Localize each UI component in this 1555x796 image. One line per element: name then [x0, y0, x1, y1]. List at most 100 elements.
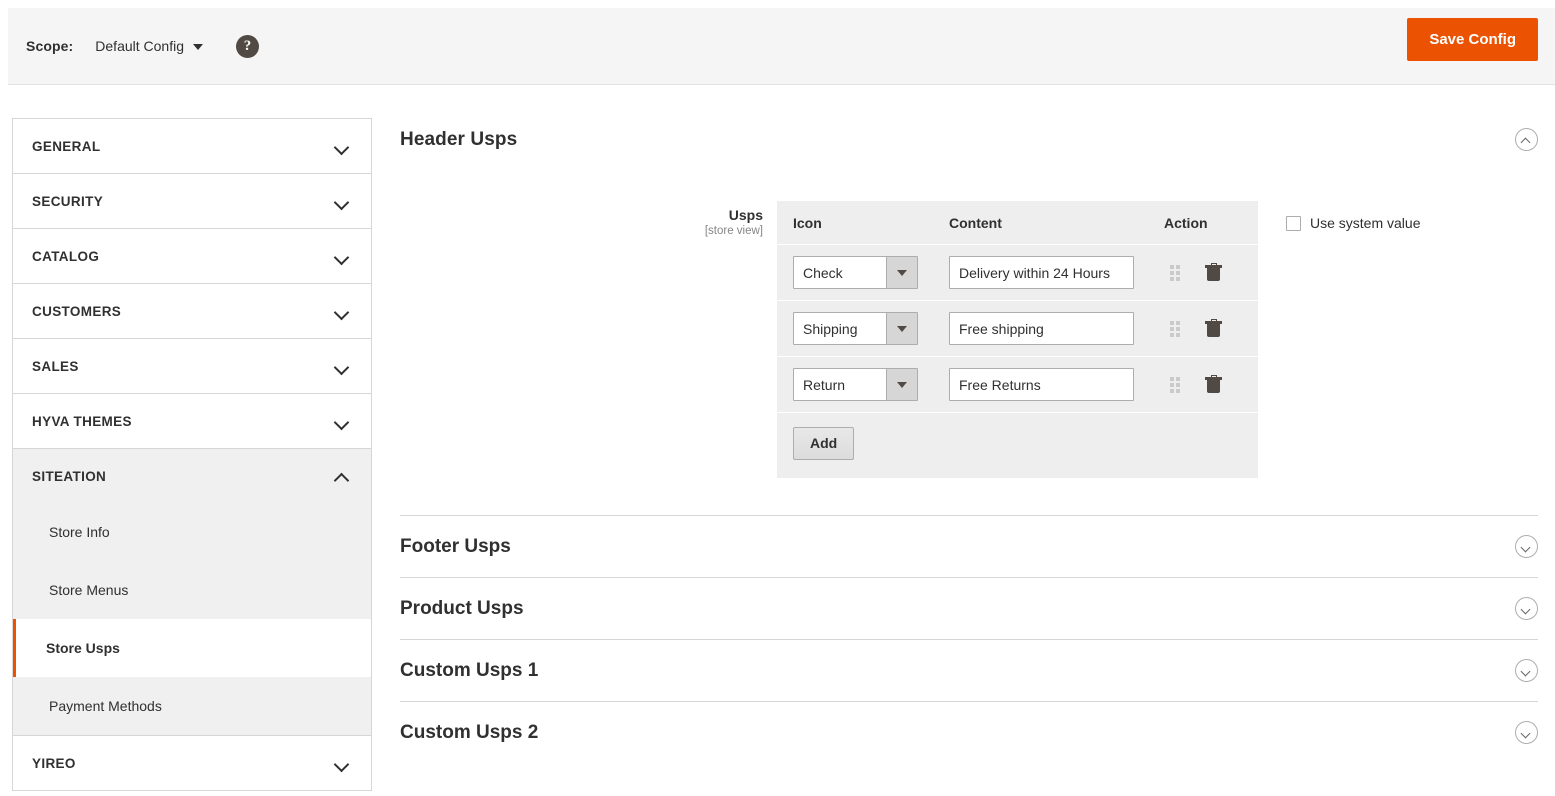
sidebar-section-siteation: SITEATION Store Info Store Menus Store U…	[13, 449, 371, 736]
chevron-down-icon	[335, 252, 349, 261]
chevron-down-icon	[335, 307, 349, 316]
content-input-row-3[interactable]	[949, 368, 1134, 401]
sidebar-item-label: SALES	[32, 358, 79, 374]
table-footer-row: Add	[777, 412, 1258, 478]
sidebar-section-sales: SALES	[13, 339, 371, 394]
chevron-down-icon	[886, 313, 917, 344]
header-usps-section-header[interactable]: Header Usps	[400, 118, 1538, 159]
sidebar-item-store-info[interactable]: Store Info	[13, 503, 371, 561]
sidebar-subitem-label: Store Info	[49, 524, 110, 540]
sidebar-item-payment-methods[interactable]: Payment Methods	[13, 677, 371, 735]
table-row: Check	[777, 244, 1258, 301]
chevron-down-icon	[335, 362, 349, 371]
trash-icon[interactable]	[1205, 375, 1222, 394]
trash-icon[interactable]	[1205, 319, 1222, 338]
scope-label: Scope:	[26, 38, 74, 54]
chevron-down-circle-icon[interactable]	[1515, 659, 1538, 682]
question-mark-icon[interactable]: ?	[236, 34, 259, 58]
section-custom-usps-1[interactable]: Custom Usps 1	[400, 639, 1538, 701]
sidebar-subitem-label: Store Usps	[46, 640, 120, 656]
table-row: Return	[777, 356, 1258, 413]
column-header-action: Action	[1164, 201, 1258, 245]
section-title: Footer Usps	[400, 535, 511, 557]
section-product-usps[interactable]: Product Usps	[400, 577, 1538, 639]
chevron-down-icon	[193, 44, 203, 50]
use-system-value-group[interactable]: Use system value	[1286, 201, 1420, 231]
chevron-down-icon	[886, 257, 917, 288]
section-title: Custom Usps 2	[400, 721, 539, 743]
sidebar-item-label: CATALOG	[32, 248, 100, 264]
icon-select-row-3[interactable]: Return	[793, 368, 918, 401]
save-config-button[interactable]: Save Config	[1407, 18, 1538, 61]
sidebar-item-catalog[interactable]: CATALOG	[13, 229, 371, 283]
trash-icon[interactable]	[1205, 263, 1222, 282]
icon-select-row-1[interactable]: Check	[793, 256, 918, 289]
table-row: Shipping	[777, 300, 1258, 357]
sidebar-item-label: SECURITY	[32, 193, 104, 209]
sidebar-item-label: GENERAL	[32, 138, 101, 154]
chevron-down-icon	[886, 369, 917, 400]
column-header-content: Content	[949, 201, 1164, 245]
use-system-value-label[interactable]: Use system value	[1310, 215, 1420, 231]
content-input-row-2[interactable]	[949, 312, 1134, 345]
collapsed-sections: Footer Usps Product Usps Custom Usps 1 C…	[400, 515, 1538, 763]
chevron-down-circle-icon[interactable]	[1515, 721, 1538, 744]
icon-select-row-2[interactable]: Shipping	[793, 312, 918, 345]
chevron-down-icon	[335, 759, 349, 768]
sidebar-item-store-menus[interactable]: Store Menus	[13, 561, 371, 619]
page-title: Header Usps	[400, 128, 518, 150]
content-input-row-1[interactable]	[949, 256, 1134, 289]
sidebar-item-label: SITEATION	[32, 468, 107, 484]
drag-handle-icon[interactable]	[1170, 376, 1181, 393]
use-system-value-checkbox[interactable]	[1286, 215, 1301, 231]
sidebar-item-customers[interactable]: CUSTOMERS	[13, 284, 371, 338]
chevron-up-circle-icon[interactable]	[1515, 128, 1538, 151]
usps-label: Usps	[728, 207, 763, 223]
sidebar-item-security[interactable]: SECURITY	[13, 174, 371, 228]
chevron-up-icon	[335, 472, 349, 481]
icon-select-value: Check	[803, 264, 843, 281]
config-main-panel: Header Usps Usps [store view] Icon Conte…	[400, 118, 1538, 763]
config-sidebar: GENERAL SECURITY CATALOG CUSTOMERS SALES…	[12, 118, 372, 791]
chevron-down-icon	[335, 417, 349, 426]
drag-handle-icon[interactable]	[1170, 264, 1181, 281]
drag-handle-icon[interactable]	[1170, 320, 1181, 337]
sidebar-item-general[interactable]: GENERAL	[13, 119, 371, 173]
sidebar-section-general: GENERAL	[13, 119, 371, 174]
sidebar-subitem-label: Payment Methods	[49, 698, 162, 714]
sidebar-item-label: YIREO	[32, 755, 76, 771]
sidebar-item-sales[interactable]: SALES	[13, 339, 371, 393]
sidebar-section-catalog: CATALOG	[13, 229, 371, 284]
section-title: Product Usps	[400, 597, 524, 619]
section-custom-usps-2[interactable]: Custom Usps 2	[400, 701, 1538, 763]
chevron-down-circle-icon[interactable]	[1515, 535, 1538, 558]
chevron-down-circle-icon[interactable]	[1515, 597, 1538, 620]
usps-table: Icon Content Action Check Delivery withi…	[777, 201, 1258, 478]
table-header-row: Icon Content Action	[777, 201, 1258, 245]
sidebar-section-yireo: YIREO	[13, 736, 371, 791]
icon-select-value: Return	[803, 376, 846, 393]
scope-selector[interactable]: Default Config	[95, 38, 203, 54]
sidebar-subitems-siteation: Store Info Store Menus Store Usps Paymen…	[13, 503, 371, 735]
sidebar-section-customers: CUSTOMERS	[13, 284, 371, 339]
usps-field-label-col: Usps [store view]	[400, 201, 777, 237]
icon-select-value: Shipping	[803, 320, 858, 337]
sidebar-item-siteation[interactable]: SITEATION	[13, 449, 371, 503]
chevron-down-icon	[335, 142, 349, 151]
sidebar-item-yireo[interactable]: YIREO	[13, 736, 371, 790]
chevron-down-icon	[335, 197, 349, 206]
scope-bar: Scope: Default Config ?	[8, 8, 1555, 85]
scope-selector-value: Default Config	[95, 38, 184, 54]
add-button[interactable]: Add	[793, 427, 855, 460]
sidebar-item-label: CUSTOMERS	[32, 303, 122, 319]
usps-field-row: Usps [store view] Icon Content Action Ch…	[400, 201, 1538, 478]
sidebar-item-label: HYVA THEMES	[32, 413, 132, 429]
sidebar-section-security: SECURITY	[13, 174, 371, 229]
sidebar-item-hyva-themes[interactable]: HYVA THEMES	[13, 394, 371, 448]
sidebar-subitem-label: Store Menus	[49, 582, 129, 598]
sidebar-item-store-usps[interactable]: Store Usps	[13, 619, 371, 677]
section-title: Custom Usps 1	[400, 659, 539, 681]
section-footer-usps[interactable]: Footer Usps	[400, 515, 1538, 577]
column-header-icon: Icon	[777, 201, 949, 245]
sidebar-section-hyva-themes: HYVA THEMES	[13, 394, 371, 449]
